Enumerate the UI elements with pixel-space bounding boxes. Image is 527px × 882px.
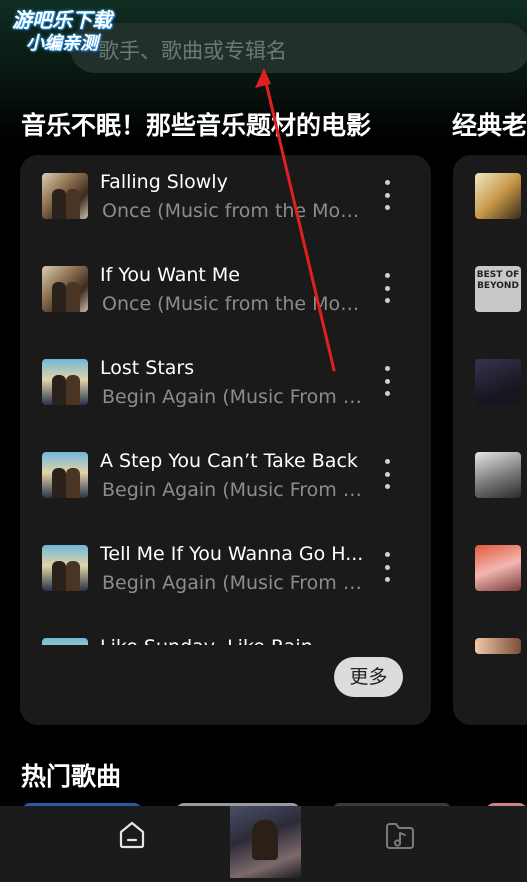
- album-cover: [42, 452, 88, 498]
- classic-list-card: BEST OF BEYOND: [453, 155, 527, 725]
- song-album: Begin Again (Music From a...: [102, 572, 364, 594]
- song-album: Begin Again (Music From a...: [102, 479, 364, 501]
- more-options-icon[interactable]: [380, 180, 394, 210]
- song-row[interactable]: Tell Me If You Wanna Go H... Begin Again…: [20, 527, 431, 620]
- song-title: If You Want Me: [100, 264, 240, 286]
- album-cover: [42, 359, 88, 405]
- song-title: Tell Me If You Wanna Go H...: [100, 543, 364, 565]
- song-row[interactable]: If You Want Me Once (Music from the Moti…: [20, 248, 431, 341]
- album-cover[interactable]: [475, 359, 521, 405]
- section-title-hot[interactable]: 热门歌曲: [21, 757, 121, 793]
- album-cover: [42, 173, 88, 219]
- album-cover[interactable]: [475, 452, 521, 498]
- search-placeholder[interactable]: 歌手、歌曲或专辑名: [98, 35, 287, 65]
- song-title: A Step You Can’t Take Back: [100, 450, 358, 472]
- more-options-icon[interactable]: [380, 273, 394, 303]
- album-cover[interactable]: BEST OF BEYOND: [475, 266, 521, 312]
- song-row[interactable]: Lost Stars Begin Again (Music From a...: [20, 341, 431, 434]
- song-title: Falling Slowly: [100, 171, 228, 193]
- more-options-icon[interactable]: [380, 459, 394, 489]
- album-cover: [42, 545, 88, 591]
- more-options-icon[interactable]: [380, 552, 394, 582]
- album-cover: [42, 266, 88, 312]
- album-cover[interactable]: [475, 638, 521, 654]
- music-folder-icon[interactable]: [384, 819, 416, 853]
- song-row[interactable]: Falling Slowly Once (Music from the Moti…: [20, 155, 431, 248]
- song-row[interactable]: A Step You Can’t Take Back Begin Again (…: [20, 434, 431, 527]
- watermark-line1: 游吧乐下载: [12, 8, 112, 32]
- more-button[interactable]: 更多: [334, 657, 403, 697]
- watermark: 游吧乐下载 小编亲测: [12, 8, 112, 56]
- home-icon[interactable]: [116, 819, 148, 851]
- album-cover[interactable]: [475, 545, 521, 591]
- album-cover[interactable]: [475, 173, 521, 219]
- song-album: Begin Again (Music From a...: [102, 386, 364, 408]
- section-title-movie-music[interactable]: 音乐不眠！那些音乐题材的电影: [21, 106, 371, 142]
- watermark-line2: 小编亲测: [26, 33, 98, 54]
- more-options-icon[interactable]: [380, 366, 394, 396]
- song-title: Lost Stars: [100, 357, 195, 379]
- song-list-card: Falling Slowly Once (Music from the Moti…: [20, 155, 431, 725]
- now-playing-album-cover[interactable]: [230, 806, 301, 878]
- section-title-classic[interactable]: 经典老: [452, 106, 527, 142]
- song-album: Once (Music from the Moti...: [102, 293, 364, 315]
- song-album: Once (Music from the Moti...: [102, 200, 364, 222]
